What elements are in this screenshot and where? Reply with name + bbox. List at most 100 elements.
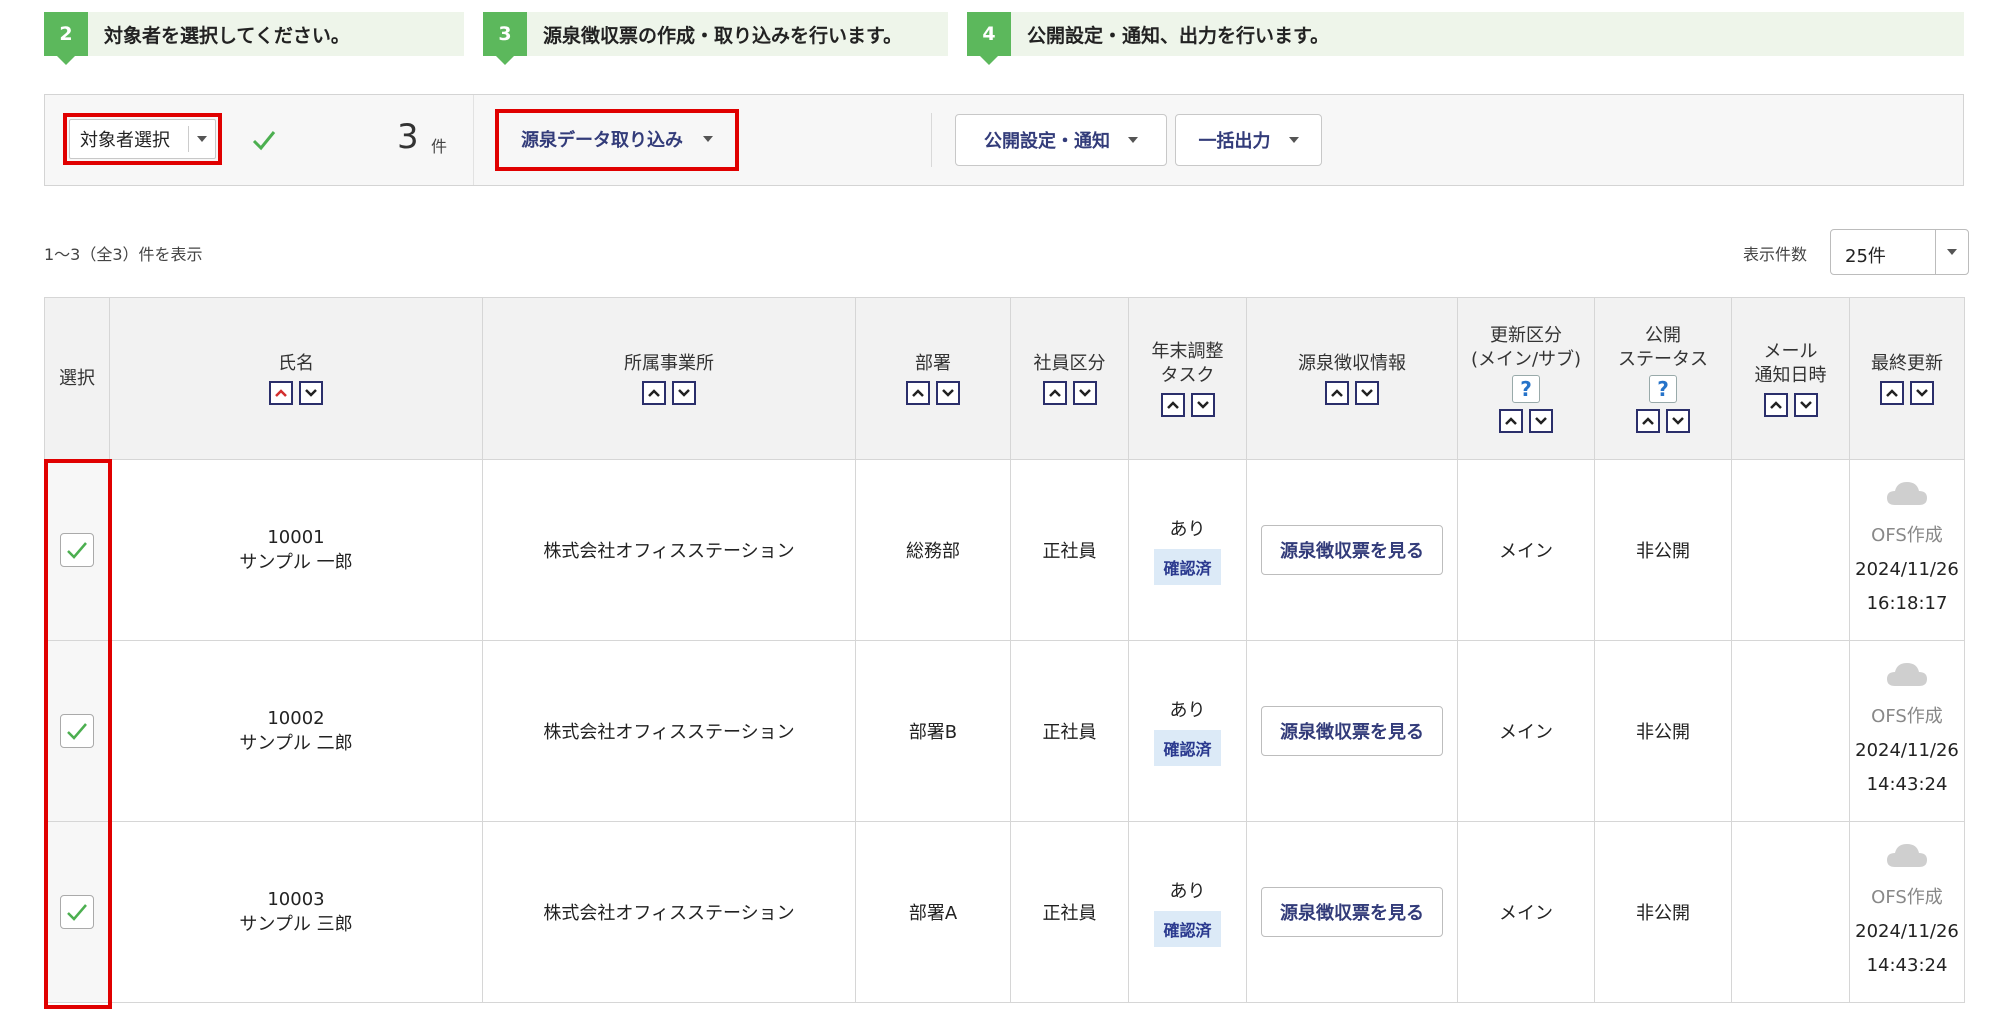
cloud-icon bbox=[1887, 663, 1927, 686]
sort-asc-icon[interactable] bbox=[642, 381, 666, 406]
update-type-cell: メイン bbox=[1457, 459, 1595, 641]
chevron-down-icon bbox=[1288, 137, 1299, 143]
name-cell: 10002 サンプル 二郎 bbox=[109, 640, 483, 822]
chevron-down-icon bbox=[1128, 137, 1138, 143]
sort-desc-icon[interactable] bbox=[672, 381, 696, 406]
updated-time: 14:43:24 bbox=[1866, 774, 1948, 795]
chevron-down-icon[interactable] bbox=[1935, 230, 1968, 274]
employee-name: サンプル 二郎 bbox=[239, 732, 353, 754]
updated-time: 14:43:24 bbox=[1866, 955, 1948, 976]
sort-asc-icon[interactable] bbox=[1160, 392, 1185, 417]
col-employee-type: 社員区分 bbox=[1010, 297, 1129, 460]
office-cell: 株式会社オフィスステーション bbox=[482, 821, 856, 1003]
col-publish-status-label-2: ステータス bbox=[1618, 348, 1708, 370]
office-cell: 株式会社オフィスステーション bbox=[482, 459, 856, 641]
sort-asc-icon[interactable] bbox=[906, 381, 930, 406]
sort-desc-icon[interactable] bbox=[1793, 392, 1818, 417]
sort-buttons bbox=[110, 381, 482, 406]
bulk-output-button[interactable]: 一括出力 bbox=[1175, 114, 1322, 166]
sort-asc-icon[interactable] bbox=[1636, 408, 1660, 433]
step-4-text: 公開設定・通知、出力を行います。 bbox=[1027, 24, 1330, 47]
col-select: 選択 bbox=[44, 297, 110, 460]
step-2: 2 対象者を選択してください。 bbox=[44, 12, 464, 65]
sort-asc-icon[interactable] bbox=[1880, 381, 1904, 406]
sort-buttons bbox=[1458, 408, 1594, 433]
col-last-updated-label: 最終更新 bbox=[1871, 352, 1943, 374]
check-icon bbox=[252, 131, 276, 151]
per-page-value: 25件 bbox=[1845, 246, 1886, 267]
task-value: あり bbox=[1169, 881, 1206, 902]
cloud-icon bbox=[1887, 482, 1927, 505]
col-mail-notified: メール 通知日時 bbox=[1731, 297, 1850, 460]
sort-asc-icon[interactable] bbox=[1499, 408, 1523, 433]
withholding-info-cell: 源泉徴収票を見る bbox=[1246, 459, 1458, 641]
employee-type-cell: 正社員 bbox=[1010, 459, 1129, 641]
mail-notified-cell bbox=[1731, 640, 1850, 822]
per-page-select[interactable]: 25件 bbox=[1830, 229, 1969, 275]
last-updated-cell: OFS作成 2024/11/26 14:43:24 bbox=[1849, 640, 1965, 822]
sort-asc-icon[interactable] bbox=[1042, 381, 1067, 406]
step-3: 3 源泉徴収票の作成・取り込みを行います。 bbox=[483, 12, 948, 65]
step-2-number: 2 bbox=[44, 12, 88, 65]
updated-date: 2024/11/26 bbox=[1855, 559, 1959, 580]
bulk-output-label: 一括出力 bbox=[1198, 131, 1271, 152]
sort-desc-icon[interactable] bbox=[936, 381, 960, 406]
status-badge: 確認済 bbox=[1154, 730, 1221, 766]
task-value: あり bbox=[1169, 519, 1206, 540]
view-withholding-slip-button[interactable]: 源泉徴収票を見る bbox=[1261, 706, 1443, 756]
sort-buttons bbox=[1011, 381, 1128, 406]
view-withholding-slip-button[interactable]: 源泉徴収票を見る bbox=[1261, 525, 1443, 575]
table-row: 10003 サンプル 三郎 株式会社オフィスステーション 部署A 正社員 あり 確認… bbox=[44, 821, 1965, 1003]
sort-desc-icon[interactable] bbox=[1190, 392, 1215, 417]
col-name: 氏名 bbox=[109, 297, 483, 460]
employee-id: 10003 bbox=[267, 888, 325, 910]
highlight-select-column bbox=[44, 459, 112, 1009]
step-header: 2 対象者を選択してください。 3 源泉徴収票の作成・取り込みを行います。 4 … bbox=[44, 12, 1964, 65]
step-3-number: 3 bbox=[483, 12, 527, 65]
sort-buttons bbox=[1595, 408, 1731, 433]
sort-asc-icon[interactable] bbox=[1763, 392, 1788, 417]
publish-status-cell: 非公開 bbox=[1594, 640, 1732, 822]
view-withholding-slip-button[interactable]: 源泉徴収票を見る bbox=[1261, 887, 1443, 937]
publish-status-cell: 非公開 bbox=[1594, 459, 1732, 641]
sort-desc-icon[interactable] bbox=[1666, 408, 1690, 433]
dept-cell: 部署B bbox=[855, 640, 1011, 822]
created-by: OFS作成 bbox=[1871, 706, 1943, 727]
col-withholding-info-label: 源泉徴収情報 bbox=[1298, 352, 1406, 374]
sort-desc-icon[interactable] bbox=[1529, 408, 1553, 433]
employee-table: 選択 氏名 所属事業所 部署 社員区分 年末調整 タスク 源泉徴収情報 更新区分… bbox=[44, 297, 1965, 1003]
publish-status-cell: 非公開 bbox=[1594, 821, 1732, 1003]
sort-desc-icon[interactable] bbox=[299, 381, 323, 406]
help-icon[interactable]: ? bbox=[1512, 374, 1540, 403]
col-office-label: 所属事業所 bbox=[624, 352, 714, 374]
name-cell: 10003 サンプル 三郎 bbox=[109, 821, 483, 1003]
col-dept-label: 部署 bbox=[915, 352, 951, 374]
sort-buttons bbox=[1850, 381, 1964, 406]
mail-notified-cell bbox=[1731, 459, 1850, 641]
col-mail-notified-label-2: 通知日時 bbox=[1754, 364, 1827, 386]
step-3-text: 源泉徴収票の作成・取り込みを行います。 bbox=[543, 24, 903, 47]
col-update-type: 更新区分 (メイン/サブ) ? bbox=[1457, 297, 1595, 460]
selected-count-unit: 件 bbox=[431, 137, 448, 156]
action-toolbar: 対象者選択 3 件 源泉データ取り込み 公開設定・通知 一括出力 bbox=[44, 94, 1964, 186]
sort-desc-icon[interactable] bbox=[1072, 381, 1097, 406]
task-value: あり bbox=[1169, 700, 1206, 721]
dept-cell: 総務部 bbox=[855, 459, 1011, 641]
sort-buttons bbox=[483, 381, 855, 406]
per-page-label: 表示件数 bbox=[1743, 245, 1808, 264]
sort-desc-icon[interactable] bbox=[1355, 381, 1379, 406]
cloud-icon bbox=[1887, 844, 1927, 867]
sort-asc-icon[interactable] bbox=[269, 381, 293, 406]
office-cell: 株式会社オフィスステーション bbox=[482, 640, 856, 822]
sort-asc-icon[interactable] bbox=[1325, 381, 1349, 406]
col-yearend-task-label-1: 年末調整 bbox=[1151, 341, 1224, 363]
withholding-info-cell: 源泉徴収票を見る bbox=[1246, 640, 1458, 822]
sort-desc-icon[interactable] bbox=[1910, 381, 1934, 406]
employee-id: 10001 bbox=[267, 526, 325, 548]
col-publish-status-label-1: 公開 bbox=[1645, 325, 1681, 347]
help-icon[interactable]: ? bbox=[1649, 374, 1677, 403]
mail-notified-cell bbox=[1731, 821, 1850, 1003]
withholding-info-cell: 源泉徴収票を見る bbox=[1246, 821, 1458, 1003]
publish-settings-button[interactable]: 公開設定・通知 bbox=[955, 114, 1167, 166]
col-yearend-task-label-2: タスク bbox=[1160, 364, 1215, 386]
